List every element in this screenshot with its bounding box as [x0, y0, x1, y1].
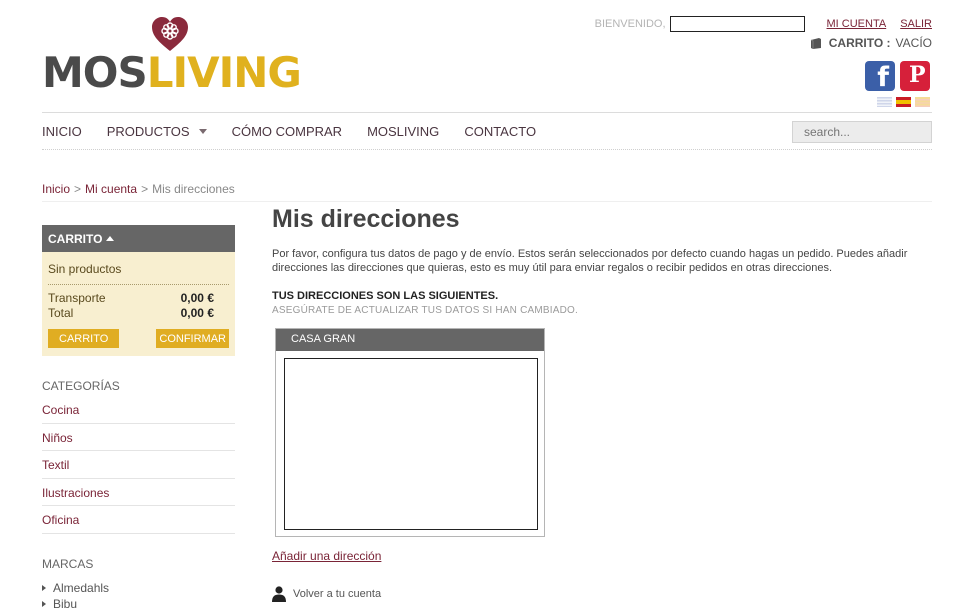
categories-list: Cocina Niños Textil Ilustraciones Oficin…: [42, 396, 235, 534]
chevron-up-icon: [106, 236, 115, 241]
nav-label: Cómo comprar: [231, 123, 343, 139]
search-input[interactable]: [792, 121, 932, 143]
confirm-button[interactable]: Confirmar: [156, 329, 229, 348]
logout-link[interactable]: Salir: [900, 18, 932, 30]
main-nav: Inicio Productos Cómo comprar Mosliving …: [42, 112, 932, 150]
cart-shipping-row: Transporte 0,00 €: [48, 291, 229, 306]
facebook-glyph: f: [877, 62, 889, 93]
category-item-ninos[interactable]: Niños: [42, 424, 235, 451]
nav-item-contacto[interactable]: Contacto: [464, 124, 536, 139]
pinterest-glyph: P: [909, 62, 926, 88]
heart-flower-icon: [152, 17, 188, 51]
spanish-flag-icon[interactable]: [896, 97, 911, 107]
nav-item-mosliving[interactable]: Mosliving: [367, 124, 439, 139]
cart-total-row: Total 0,00 €: [48, 306, 229, 321]
header-cart-label: Carrito :: [828, 36, 891, 50]
brands-list: Almedahls Bibu: [42, 580, 109, 610]
category-item-oficina[interactable]: Oficina: [42, 506, 235, 534]
categories-title: Categorías: [42, 379, 120, 393]
breadcrumb-home[interactable]: Inicio: [42, 182, 70, 196]
user-bar: Bienvenido, Mi cuenta Salir: [595, 16, 932, 32]
breadcrumb: Inicio > Mi cuenta > Mis direcciones: [42, 182, 932, 202]
breadcrumb-account[interactable]: Mi cuenta: [85, 182, 137, 196]
cart-total-label: Total: [48, 306, 74, 320]
cart-buttons: Carrito Confirmar: [48, 329, 229, 348]
sidebar-cart-body: Sin productos Transporte 0,00 € Total 0,…: [42, 252, 235, 356]
cart-shipping-value: 0,00 €: [180, 291, 214, 305]
intro-text: Por favor, configura tus datos de pago y…: [272, 248, 908, 274]
logo-word-mos: MOS: [42, 48, 148, 97]
brand-label: Bibu: [53, 597, 78, 610]
brand-label: Almedahls: [53, 581, 110, 595]
nav-label: Mosliving: [367, 123, 440, 139]
brands-title: Marcas: [42, 557, 94, 571]
logo-word-living: LIVING: [146, 48, 302, 97]
facebook-icon[interactable]: f: [865, 61, 895, 93]
nav-label: Inicio: [42, 123, 82, 139]
breadcrumb-separator: >: [141, 182, 149, 196]
cart-shipping-label: Transporte: [48, 291, 106, 305]
catalan-flag-icon[interactable]: [915, 97, 930, 107]
page-title: Mis direcciones: [272, 205, 460, 233]
add-address-link[interactable]: Añadir una dirección: [272, 549, 381, 563]
addresses-title: Tus direcciones son las siguientes.: [272, 290, 499, 302]
cart-total-value: 0,00 €: [180, 306, 214, 320]
breadcrumb-current: Mis direcciones: [152, 182, 235, 196]
cart-empty-text: Sin productos: [48, 262, 229, 285]
language-selector: [877, 97, 930, 107]
sidebar-cart: Carrito Sin productos Transporte 0,00 € …: [42, 225, 235, 356]
nav-item-como-comprar[interactable]: Cómo comprar: [232, 124, 343, 139]
site-logo[interactable]: MOSLIVING: [42, 16, 302, 97]
header-cart[interactable]: Carrito : Vacío: [810, 36, 932, 50]
nav-label: Contacto: [464, 123, 537, 139]
welcome-label: Bienvenido,: [594, 18, 666, 30]
cart-button[interactable]: Carrito: [48, 329, 120, 348]
social-links: f P: [865, 61, 930, 93]
nav-item-productos[interactable]: Productos: [107, 124, 207, 139]
brand-item-bibu[interactable]: Bibu: [42, 596, 109, 610]
my-account-link[interactable]: Mi cuenta: [827, 18, 887, 30]
english-flag-icon[interactable]: [877, 97, 892, 107]
category-item-ilustraciones[interactable]: Ilustraciones: [42, 479, 235, 506]
nav-item-inicio[interactable]: Inicio: [42, 124, 82, 139]
nav-label: Productos: [106, 123, 190, 139]
chevron-down-icon: [198, 128, 207, 134]
back-to-account-link[interactable]: Volver a tu cuenta: [272, 586, 381, 602]
triangle-right-icon: [42, 585, 46, 591]
brand-item-almedahls[interactable]: Almedahls: [42, 580, 109, 596]
category-item-cocina[interactable]: Cocina: [42, 396, 235, 424]
address-card-title: Casa Gran: [276, 329, 544, 351]
sidebar-cart-header[interactable]: Carrito: [42, 225, 235, 252]
addresses-note: Asegúrate de actualizar tus datos si han…: [272, 305, 578, 316]
user-icon: [272, 586, 286, 602]
pinterest-icon[interactable]: P: [900, 61, 930, 91]
address-card: Casa Gran: [275, 328, 545, 537]
sidebar-cart-title: Carrito: [48, 231, 103, 246]
triangle-right-icon: [42, 601, 46, 607]
breadcrumb-separator: >: [74, 182, 82, 196]
username-box: [669, 16, 805, 32]
address-card-content: [284, 358, 538, 530]
header-cart-value: Vacío: [895, 36, 932, 50]
back-to-account-label: Volver a tu cuenta: [293, 588, 382, 600]
cart-icon: [810, 38, 821, 49]
logo-wordmark: MOSLIVING: [42, 48, 302, 97]
category-item-textil[interactable]: Textil: [42, 451, 235, 479]
